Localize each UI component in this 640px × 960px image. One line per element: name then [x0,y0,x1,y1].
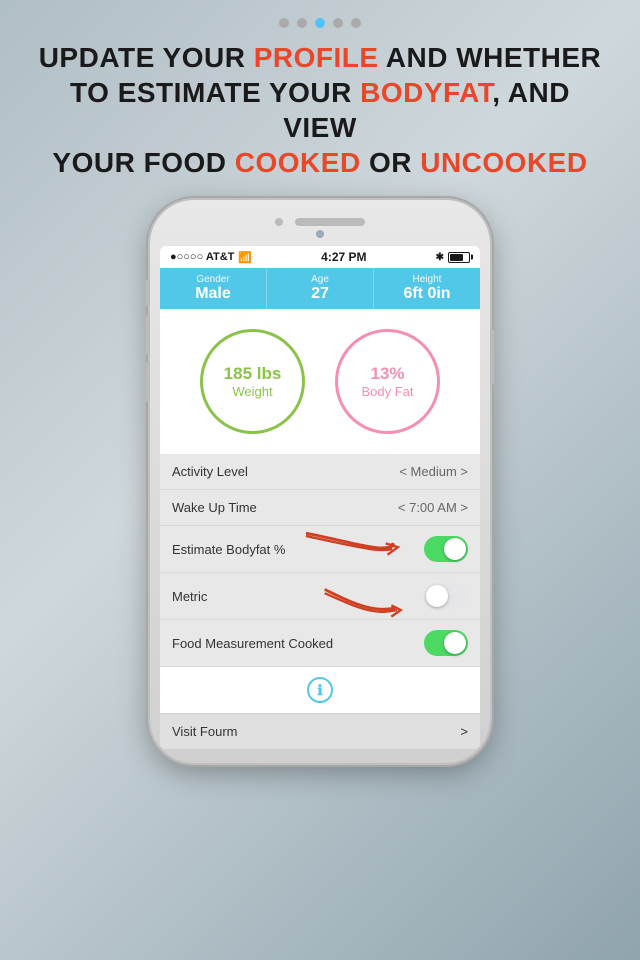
phone-screen: ●○○○○ AT&T 📶 4:27 PM ✱ Gender Male Age 2… [160,246,480,749]
headline-line3: YOUR FOOD COOKED OR UNCOOKED [30,145,610,180]
stats-area: 185 lbs Weight 13% Body Fat [160,309,480,454]
accent-cooked: COOKED [235,147,361,178]
metric-row[interactable]: Metric [160,573,480,620]
info-area: ℹ [160,667,480,713]
weight-circle[interactable]: 185 lbs Weight [200,329,305,434]
wake-up-time-row[interactable]: Wake Up Time < 7:00 AM > [160,490,480,526]
forum-row[interactable]: Visit Fourm > [160,713,480,749]
dot-2[interactable] [297,18,307,28]
earpiece [295,218,365,226]
top-section: UPDATE YOUR PROFILE AND WHETHER TO ESTIM… [0,0,640,190]
headline-line1: UPDATE YOUR PROFILE AND WHETHER [30,40,610,75]
front-camera [275,218,283,226]
wifi-icon: 📶 [238,251,252,264]
side-button-vol-down [146,362,150,402]
bodyfat-label: Body Fat [361,384,413,399]
dot-5[interactable] [351,18,361,28]
age-cell[interactable]: Age 27 [267,268,374,309]
gender-value: Male [164,285,262,303]
toggle-knob [444,538,466,560]
food-toggle-knob [444,632,466,654]
status-time: 4:27 PM [321,250,366,264]
camera-lens [316,230,324,238]
activity-level-value: < Medium > [399,464,468,479]
estimate-bodyfat-row[interactable]: Estimate Bodyfat % [160,526,480,573]
activity-level-label: Activity Level [172,464,248,479]
gender-label: Gender [164,274,262,285]
accent-uncooked: UNCOOKED [420,147,587,178]
wake-up-value: < 7:00 AM > [398,500,468,515]
status-left: ●○○○○ AT&T 📶 [170,251,252,264]
food-measurement-toggle[interactable] [424,630,468,656]
activity-level-row[interactable]: Activity Level < Medium > [160,454,480,490]
forum-label: Visit Fourm [172,724,238,739]
weight-value: 185 lbs [224,364,282,384]
age-label: Age [271,274,369,285]
profile-header: Gender Male Age 27 Height 6ft 0in [160,268,480,309]
bodyfat-value: 13% [370,364,404,384]
forum-chevron: > [460,724,468,739]
accent-profile: PROFILE [254,42,379,73]
phone-top [160,214,480,246]
page-indicator [30,18,610,28]
dot-3[interactable] [315,18,325,28]
food-measurement-label: Food Measurement Cooked [172,636,333,651]
metric-toggle[interactable] [424,583,468,609]
settings-area: Activity Level < Medium > Wake Up Time <… [160,454,480,667]
age-value: 27 [271,285,369,303]
info-button[interactable]: ℹ [307,677,333,703]
status-bar: ●○○○○ AT&T 📶 4:27 PM ✱ [160,246,480,268]
battery-icon [448,252,470,263]
accent-bodyfat: BODYFAT [360,77,492,108]
height-label: Height [378,274,476,285]
headline: UPDATE YOUR PROFILE AND WHETHER TO ESTIM… [30,40,610,180]
food-measurement-row[interactable]: Food Measurement Cooked [160,620,480,667]
estimate-bodyfat-toggle[interactable] [424,536,468,562]
estimate-bodyfat-label: Estimate Bodyfat % [172,542,285,557]
phone-front-top [275,218,365,226]
weight-label: Weight [232,384,272,399]
status-right: ✱ [436,252,470,263]
wake-up-label: Wake Up Time [172,500,257,515]
battery-fill [450,254,463,261]
headline-line2: TO ESTIMATE YOUR BODYFAT, AND VIEW [30,75,610,145]
metric-toggle-knob [426,585,448,607]
side-button-vol-up [146,315,150,355]
side-button-power [490,330,494,385]
phone-shell: ●○○○○ AT&T 📶 4:27 PM ✱ Gender Male Age 2… [150,200,490,763]
height-cell[interactable]: Height 6ft 0in [374,268,480,309]
bluetooth-icon: ✱ [436,252,444,263]
gender-cell[interactable]: Gender Male [160,268,267,309]
dot-1[interactable] [279,18,289,28]
metric-label: Metric [172,589,207,604]
side-button-mute [146,280,150,306]
height-value: 6ft 0in [378,285,476,303]
carrier-text: ●○○○○ AT&T [170,251,234,263]
dot-4[interactable] [333,18,343,28]
bodyfat-circle[interactable]: 13% Body Fat [335,329,440,434]
